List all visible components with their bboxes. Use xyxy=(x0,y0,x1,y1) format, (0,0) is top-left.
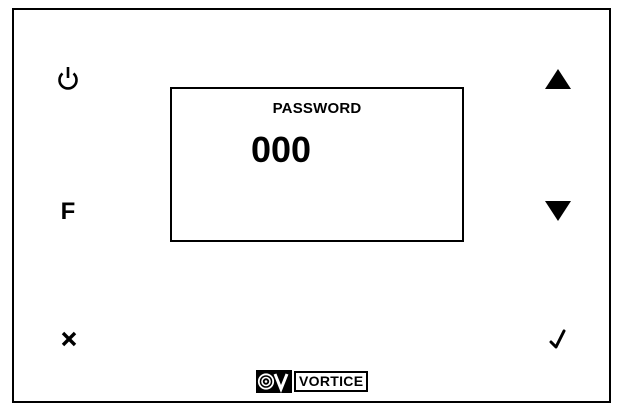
check-icon xyxy=(549,329,566,349)
function-button[interactable]: F xyxy=(56,196,80,228)
display-label: PASSWORD xyxy=(272,100,362,117)
triangle-down-icon xyxy=(545,201,571,221)
function-button-label: F xyxy=(60,198,76,225)
up-button[interactable] xyxy=(540,64,576,94)
lcd-display: PASSWORD 000 xyxy=(170,87,464,242)
cancel-button[interactable] xyxy=(57,326,81,352)
vortice-logo-icon xyxy=(256,370,292,393)
brand-name: VORTICE xyxy=(294,371,369,392)
password-value: 000 xyxy=(251,129,312,170)
power-icon xyxy=(58,67,78,90)
brand-logo: VORTICE xyxy=(256,369,369,394)
triangle-up-icon xyxy=(545,69,571,89)
close-icon xyxy=(61,331,77,347)
down-button[interactable] xyxy=(540,196,576,226)
confirm-button[interactable] xyxy=(544,324,572,354)
power-button[interactable] xyxy=(54,62,82,94)
